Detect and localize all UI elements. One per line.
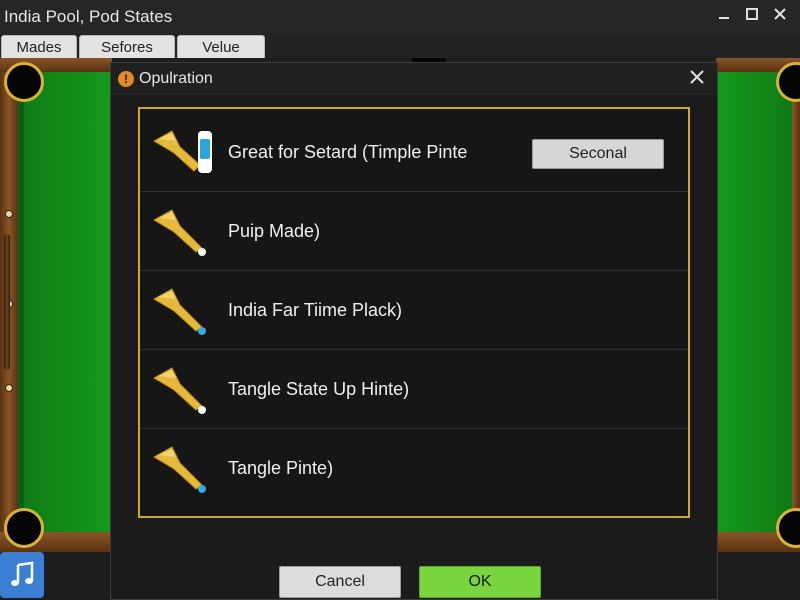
minimize-icon[interactable]: [710, 4, 738, 28]
window-title: India Pool, Pod States: [4, 7, 173, 26]
music-note-icon[interactable]: [0, 552, 44, 598]
pocket-top-left: [4, 62, 44, 102]
table-felt-left: [18, 72, 112, 532]
option-label: Puip Made): [228, 221, 321, 241]
tab-velue[interactable]: Velue: [177, 35, 265, 58]
options-dialog: ! Opulration Great for Setard (Timple Pi…: [110, 62, 718, 600]
cue-tip-icon: [150, 362, 216, 418]
cue-stick[interactable]: [4, 234, 10, 370]
option-item[interactable]: Tangle Pinte): [140, 429, 688, 507]
options-list: Great for Setard (Timple Pinte Seconal P…: [138, 107, 690, 518]
option-label: Tangle State Up Hinte): [228, 379, 410, 399]
tab-bar: Mades Sefores Velue: [0, 34, 800, 58]
dialog-close-icon[interactable]: [685, 66, 709, 90]
cue-tip-icon: [150, 283, 216, 339]
warning-icon: !: [118, 71, 134, 87]
option-item[interactable]: Great for Setard (Timple Pinte Seconal: [140, 113, 688, 192]
table-felt-right: [716, 72, 792, 532]
cue-tip-icon: [150, 204, 216, 260]
option-item[interactable]: India Far Tiime Plack): [140, 271, 688, 350]
seconal-button[interactable]: Seconal: [532, 139, 664, 169]
close-icon[interactable]: [766, 4, 794, 28]
rail-diamond: [5, 384, 13, 392]
option-item[interactable]: Puip Made): [140, 192, 688, 271]
tab-sefores[interactable]: Sefores: [79, 35, 175, 58]
table-cushion: [18, 72, 24, 532]
window-controls: [710, 4, 794, 28]
ok-button[interactable]: OK: [419, 566, 541, 598]
dialog-title: Opulration: [139, 70, 213, 87]
tab-mades[interactable]: Mades: [1, 35, 77, 58]
cue-tip-icon: [150, 125, 216, 181]
cue-tip-icon: [150, 441, 216, 497]
cancel-button[interactable]: Cancel: [279, 566, 401, 598]
table-rail-right: [792, 58, 800, 552]
dialog-titlebar: ! Opulration: [111, 63, 717, 95]
maximize-icon[interactable]: [738, 4, 766, 28]
window-titlebar: India Pool, Pod States: [0, 0, 800, 34]
option-label: India Far Tiime Plack): [228, 300, 403, 320]
option-label: Tangle Pinte): [228, 458, 334, 478]
option-label: Great for Setard (Timple Pinte: [228, 142, 468, 162]
rail-diamond: [5, 210, 13, 218]
option-item[interactable]: Tangle State Up Hinte): [140, 350, 688, 429]
pocket-bottom-left: [4, 508, 44, 548]
